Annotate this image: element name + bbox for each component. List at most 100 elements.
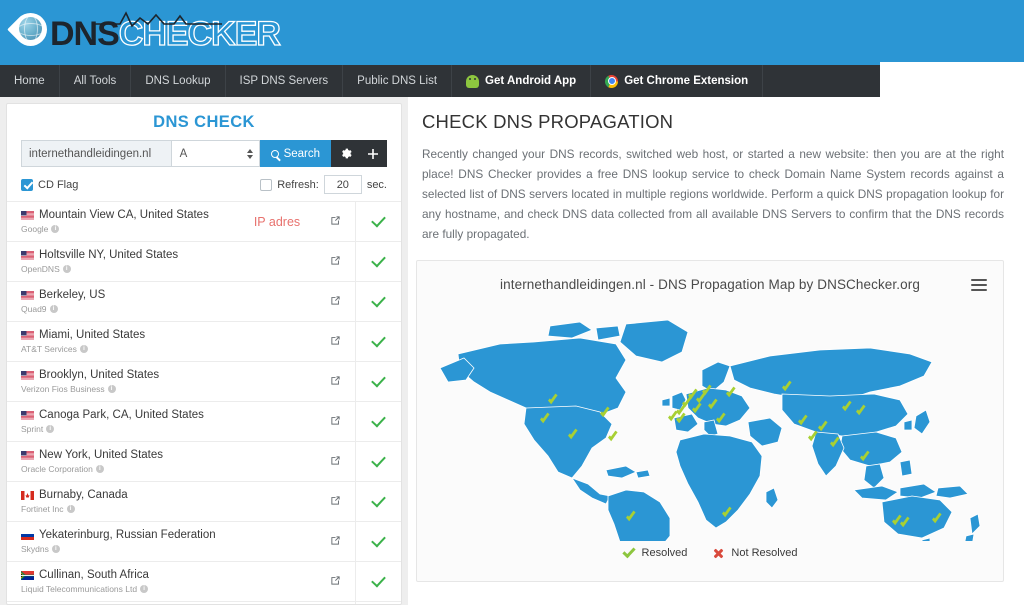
info-icon[interactable]: i (62, 265, 71, 273)
refresh-interval-input[interactable] (323, 175, 362, 194)
table-row[interactable]: Canoga Park, CA, United States Sprint i (7, 402, 401, 442)
status-badge (355, 322, 401, 361)
nav-label: All Tools (73, 75, 117, 87)
check-icon (371, 412, 386, 427)
open-external-button[interactable] (315, 453, 355, 471)
check-icon (371, 452, 386, 467)
status-badge (355, 282, 401, 321)
open-external-button[interactable] (315, 493, 355, 511)
external-link-icon (330, 295, 340, 305)
flag-icon (21, 370, 34, 380)
table-row[interactable]: Miami, United States AT&T Services i (7, 322, 401, 362)
server-location-label: Burnaby, Canada (39, 489, 128, 501)
server-location: Miami, United States (21, 329, 239, 341)
info-icon[interactable]: i (107, 385, 116, 393)
nav-item-get-android-app[interactable]: Get Android App (452, 65, 592, 97)
page-title: CHECK DNS PROPAGATION (422, 111, 674, 132)
server-info: Brooklyn, United States Verizon Fios Busi… (21, 369, 239, 394)
open-external-button[interactable] (315, 373, 355, 391)
cd-flag-checkbox[interactable] (21, 178, 33, 191)
open-external-button[interactable] (315, 533, 355, 551)
flag-icon (21, 250, 34, 260)
open-external-button[interactable] (315, 253, 355, 271)
server-info: Berkeley, US Quad9 i (21, 289, 239, 314)
ecg-line-icon (92, 11, 222, 28)
server-location: Canoga Park, CA, United States (21, 409, 239, 421)
nav-item-all-tools[interactable]: All Tools (60, 65, 132, 97)
cd-flag-option[interactable]: CD Flag (21, 178, 78, 191)
table-row[interactable]: Berkeley, US Quad9 i (7, 282, 401, 322)
open-external-button[interactable] (315, 333, 355, 351)
server-location: Brooklyn, United States (21, 369, 239, 381)
check-icon (621, 544, 636, 559)
nav-item-get-chrome-extension[interactable]: Get Chrome Extension (591, 65, 764, 97)
server-info: Canoga Park, CA, United States Sprint i (21, 409, 239, 434)
domain-input[interactable] (21, 140, 172, 167)
info-icon[interactable]: i (95, 465, 104, 473)
check-icon (371, 212, 386, 227)
table-row[interactable]: Yekaterinburg, Russian Federation Skydns i (7, 522, 401, 562)
settings-button[interactable] (331, 140, 359, 167)
external-link-icon (330, 335, 340, 345)
external-link-icon (330, 215, 340, 225)
server-location: Mountain View CA, United States (21, 209, 239, 221)
server-provider-label: Google (21, 224, 49, 234)
record-type-select[interactable]: A (171, 140, 260, 167)
external-link-icon (330, 495, 340, 505)
server-location-label: Miami, United States (39, 329, 146, 341)
check-icon (371, 572, 386, 587)
server-info: Yekaterinburg, Russian Federation Skydns i (21, 529, 239, 554)
check-icon (371, 372, 386, 387)
info-icon[interactable]: i (66, 505, 75, 513)
search-options-row: CD Flag Refresh: sec. (21, 175, 387, 194)
nav-item-isp-dns-servers[interactable]: ISP DNS Servers (226, 65, 344, 97)
refresh-checkbox[interactable] (260, 178, 273, 191)
info-icon[interactable]: i (51, 545, 60, 553)
external-link-icon (330, 575, 340, 585)
flag-icon (21, 330, 34, 340)
server-provider-label: Fortinet Inc (21, 504, 64, 514)
flag-icon (21, 290, 34, 300)
nav-spacer (763, 65, 894, 97)
table-row[interactable]: Brooklyn, United States Verizon Fios Busi… (7, 362, 401, 402)
table-row[interactable]: Holtsville NY, United States OpenDNS i (7, 242, 401, 282)
table-row[interactable]: Mountain View CA, United States Google i IP… (7, 202, 401, 242)
status-badge (355, 522, 401, 561)
flag-icon (21, 450, 34, 460)
server-provider: Quad9 i (21, 304, 239, 314)
status-badge (355, 242, 401, 281)
nav-item-home[interactable]: Home (0, 65, 60, 97)
open-external-button[interactable] (315, 293, 355, 311)
nav-item-dns-lookup[interactable]: DNS Lookup (131, 65, 226, 97)
legend-not-resolved-label: Not Resolved (731, 547, 798, 559)
info-icon[interactable]: i (140, 585, 149, 593)
open-external-button[interactable] (315, 413, 355, 431)
hamburger-menu-icon[interactable] (971, 279, 987, 294)
add-button[interactable] (359, 140, 387, 167)
server-location-label: Mountain View CA, United States (39, 209, 209, 221)
info-icon[interactable]: i (79, 345, 88, 353)
info-icon[interactable]: i (51, 225, 60, 233)
flag-icon (21, 490, 34, 500)
search-button[interactable]: Search (259, 140, 331, 167)
table-row[interactable]: Cullinan, South Africa Liquid Telecommuni… (7, 562, 401, 602)
cross-icon (713, 548, 724, 559)
info-icon[interactable]: i (49, 305, 58, 313)
nav-label: DNS Lookup (145, 75, 211, 87)
plus-icon (368, 148, 378, 159)
server-provider: Verizon Fios Business i (21, 384, 239, 394)
search-icon (270, 149, 279, 158)
nav-label: Public DNS List (357, 75, 438, 87)
status-badge (355, 442, 401, 481)
open-external-button[interactable] (315, 213, 355, 231)
table-row[interactable]: Burnaby, Canada Fortinet Inc i (7, 482, 401, 522)
nav-label: ISP DNS Servers (239, 75, 329, 87)
info-icon[interactable]: i (46, 425, 55, 433)
refresh-unit-label: sec. (366, 178, 387, 191)
server-location-label: New York, United States (39, 449, 164, 461)
nav-item-public-dns-list[interactable]: Public DNS List (343, 65, 453, 97)
open-external-button[interactable] (315, 573, 355, 591)
table-row[interactable]: New York, United States Oracle Corporatio… (7, 442, 401, 482)
check-icon (371, 332, 386, 347)
site-header: DNSCHECKER (0, 0, 1024, 65)
